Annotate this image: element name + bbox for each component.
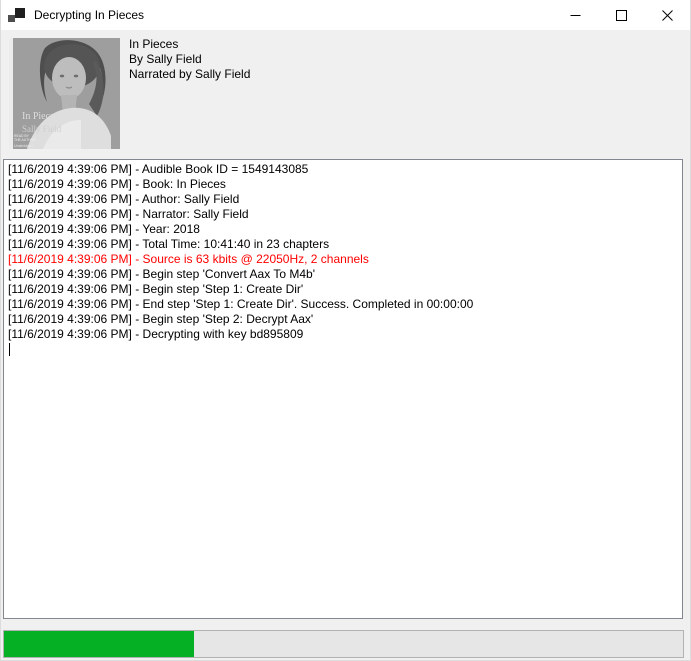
log-line: [11/6/2019 4:39:06 PM] - Audible Book ID… <box>8 162 680 177</box>
app-icon <box>8 7 25 24</box>
log-line: [11/6/2019 4:39:06 PM] - Author: Sally F… <box>8 192 680 207</box>
log-line: [11/6/2019 4:39:06 PM] - Begin step 'Con… <box>8 267 680 282</box>
close-button[interactable] <box>644 0 690 30</box>
log-lines: [11/6/2019 4:39:06 PM] - Audible Book ID… <box>8 162 680 342</box>
window-title: Decrypting In Pieces <box>34 8 144 22</box>
maximize-button[interactable] <box>598 0 644 30</box>
minimize-icon <box>570 10 581 21</box>
progress-fill <box>4 631 194 657</box>
log-line: [11/6/2019 4:39:06 PM] - Book: In Pieces <box>8 177 680 192</box>
close-icon <box>662 10 673 21</box>
window-controls <box>552 0 690 30</box>
log-textbox[interactable]: [11/6/2019 4:39:06 PM] - Audible Book ID… <box>3 159 683 619</box>
book-cover-art: In Pieces Sally Field READ BY THE AUTHOR… <box>9 38 120 149</box>
cover-title-text: In Pieces <box>22 111 58 122</box>
progress-bar <box>3 630 684 658</box>
minimize-button[interactable] <box>552 0 598 30</box>
text-caret <box>9 343 10 356</box>
app-icon-square-large <box>15 8 25 18</box>
app-icon-square-small <box>8 15 15 22</box>
cover-author-text: Sally Field <box>22 124 62 134</box>
log-line: [11/6/2019 4:39:06 PM] - End step 'Step … <box>8 297 680 312</box>
book-title: In Pieces <box>129 37 250 52</box>
log-line: [11/6/2019 4:39:06 PM] - Total Time: 10:… <box>8 237 680 252</box>
log-line: [11/6/2019 4:39:06 PM] - Year: 2018 <box>8 222 680 237</box>
maximize-icon <box>616 10 627 21</box>
app-window: Decrypting In Pieces <box>0 0 691 661</box>
log-line: [11/6/2019 4:39:06 PM] - Source is 63 kb… <box>8 252 680 267</box>
log-line: [11/6/2019 4:39:06 PM] - Begin step 'Ste… <box>8 282 680 297</box>
titlebar[interactable]: Decrypting In Pieces <box>1 0 690 30</box>
book-cover-image: In Pieces Sally Field READ BY THE AUTHOR… <box>9 38 120 149</box>
book-info: In Pieces By Sally Field Narrated by Sal… <box>129 37 250 82</box>
log-line: [11/6/2019 4:39:06 PM] - Decrypting with… <box>8 327 680 342</box>
cover-edition-text: Unabridged <box>14 144 33 148</box>
book-narrator: Narrated by Sally Field <box>129 67 250 82</box>
log-line: [11/6/2019 4:39:06 PM] - Narrator: Sally… <box>8 207 680 222</box>
book-author: By Sally Field <box>129 52 250 67</box>
cover-readby-line2: THE AUTHOR <box>14 138 36 142</box>
log-line: [11/6/2019 4:39:06 PM] - Begin step 'Ste… <box>8 312 680 327</box>
